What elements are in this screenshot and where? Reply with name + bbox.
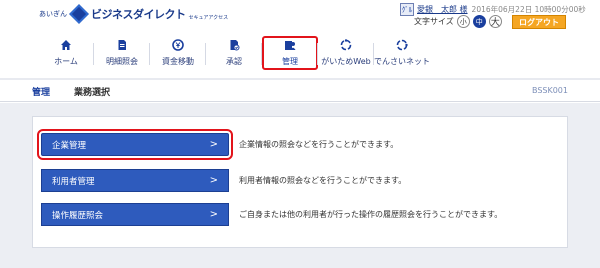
logo-bank-name: あいぎん	[39, 10, 67, 18]
logo-subtitle: セキュアアクセス	[188, 15, 229, 21]
network-icon	[396, 39, 408, 51]
nav-label: 明細照会	[106, 57, 138, 66]
operation-history-button[interactable]: 操作履歴照会 >	[41, 203, 229, 226]
header: あいぎん ビジネスダイレクト セキュアアクセス ｸﾞﾙ 愛銀 太郎 様 2016…	[0, 0, 600, 32]
home-icon	[60, 39, 72, 51]
nav-item-management[interactable]: 管理	[262, 36, 318, 70]
approval-icon	[228, 39, 240, 51]
menu-row: 企業管理 > 企業情報の照会などを行うことができます。	[37, 129, 399, 160]
page-titlebar: 管理 業務選択 BSSK001	[0, 78, 600, 102]
nav-label: 管理	[282, 57, 298, 66]
nav-item-fund-transfer[interactable]: 資金移動	[150, 36, 206, 70]
chevron-right-icon: >	[209, 209, 218, 220]
last-login-time: 2016年06月22日 10時00分00秒	[471, 5, 586, 14]
nav-label: 承認	[226, 57, 242, 66]
screen-id: BSSK001	[531, 86, 568, 95]
page-category: 管理	[32, 88, 51, 98]
nav-item-densai-net[interactable]: でんさいネット	[374, 36, 430, 70]
menu-row: 操作履歴照会 > ご自身または他の利用者が行った操作の履歴照会を行うことができま…	[41, 203, 502, 226]
nav-item-gaitame-web[interactable]: がいためWeb	[318, 36, 374, 70]
management-icon	[284, 39, 296, 51]
nav-item-statements[interactable]: 明細照会	[94, 36, 150, 70]
menu-button-label: 利用者管理	[52, 176, 95, 187]
user-management-button[interactable]: 利用者管理 >	[41, 169, 229, 192]
font-size-medium-button[interactable]: 中	[472, 15, 486, 28]
logout-button[interactable]: ログアウト	[512, 15, 566, 29]
menu-button-label: 操作履歴照会	[52, 210, 104, 221]
company-management-button[interactable]: 企業管理 >	[37, 129, 233, 160]
logo-mark-icon	[69, 4, 89, 24]
font-size-label: 文字サイズ	[414, 17, 454, 26]
font-size-large-button[interactable]: 大	[488, 15, 502, 28]
chevron-right-icon: >	[209, 139, 218, 150]
global-nav: ホーム 明細照会 資金移動 承認 管理 がいためWeb でんさいネット	[38, 36, 430, 70]
font-size-small-button[interactable]: 小	[456, 15, 470, 28]
user-icon: ｸﾞﾙ	[400, 3, 414, 16]
yen-icon	[172, 39, 184, 51]
nav-label: ホーム	[54, 57, 78, 66]
globe-icon	[340, 39, 352, 51]
menu-description: 企業情報の照会などを行うことができます。	[239, 140, 399, 149]
menu-panel: 企業管理 > 企業情報の照会などを行うことができます。 利用者管理 > 利用者情…	[32, 116, 568, 248]
nav-label: 資金移動	[162, 57, 194, 66]
menu-button-label: 企業管理	[52, 140, 87, 151]
logo[interactable]: あいぎん ビジネスダイレクト セキュアアクセス	[39, 4, 229, 24]
nav-label: がいためWeb	[321, 57, 371, 66]
font-size-controls: 文字サイズ 小 中 大	[414, 15, 502, 28]
logo-service-name: ビジネスダイレクト	[91, 8, 186, 21]
page-title: 業務選択	[74, 88, 111, 98]
chevron-right-icon: >	[209, 175, 218, 186]
nav-item-approval[interactable]: 承認	[206, 36, 262, 70]
user-name-link[interactable]: 愛銀 太郎 様	[417, 4, 468, 15]
nav-item-home[interactable]: ホーム	[38, 36, 94, 70]
nav-label: でんさいネット	[374, 57, 430, 66]
document-icon	[116, 39, 128, 51]
menu-row: 利用者管理 > 利用者情報の照会などを行うことができます。	[41, 169, 406, 192]
menu-description: ご自身または他の利用者が行った操作の履歴照会を行うことができます。	[239, 210, 503, 219]
menu-description: 利用者情報の照会などを行うことができます。	[239, 176, 407, 185]
